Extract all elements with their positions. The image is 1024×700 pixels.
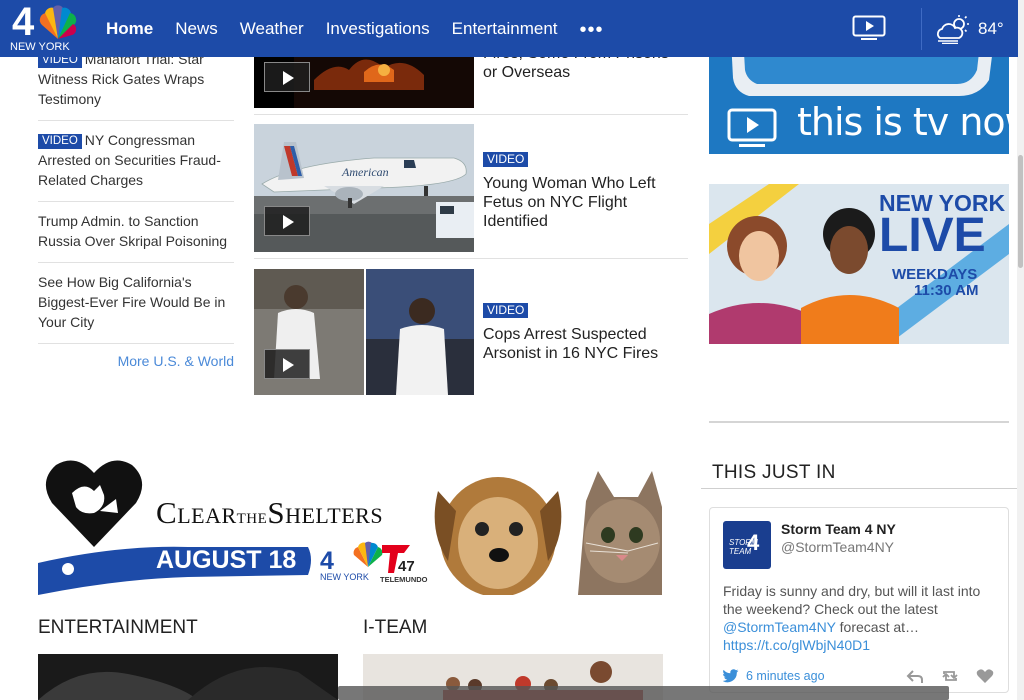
tv-play-icon[interactable]	[852, 15, 886, 41]
horizontal-scrollbar[interactable]	[338, 686, 949, 700]
nav-home[interactable]: Home	[106, 19, 153, 39]
peacock-icon	[39, 5, 77, 40]
story-headline: Cops Arrest Suspected Arsonist in 16 NYC…	[483, 326, 659, 362]
video-badge: VIDEO	[483, 152, 529, 167]
more-us-world-link[interactable]: More U.S. & World	[38, 353, 234, 369]
divider	[38, 262, 234, 263]
this-just-in-heading: THIS JUST IN	[712, 462, 836, 483]
avatar-numeral: 4	[747, 530, 760, 555]
banner-nbc-city: NEW YORK	[320, 572, 369, 582]
ad-schedule-days: WEEKDAYS	[892, 266, 978, 283]
banner-title-part: THE	[236, 511, 268, 527]
ad-tagline: this is tv now	[797, 100, 1009, 144]
banner-telemundo-label: TELEMUNDO	[380, 575, 428, 584]
plane-video-thumbnail[interactable]: American	[254, 124, 474, 252]
left-story-2[interactable]: VIDEO NY Congressman Arrested on Securiti…	[38, 130, 234, 190]
nav-news[interactable]: News	[175, 19, 218, 39]
nav-divider	[921, 8, 922, 50]
tweet-author-handle[interactable]: @StormTeam4NY	[781, 539, 894, 555]
banner-title-part: HELTERS	[285, 503, 384, 528]
entertainment-heading[interactable]: ENTERTAINMENT	[38, 617, 198, 639]
plane-livery-text: American	[341, 165, 389, 179]
banner-title-part: C	[156, 495, 178, 530]
story-headline-block[interactable]: VIDEO Young Woman Who Left Fetus on NYC …	[483, 149, 683, 231]
banner-title: CLEARTHESHELTERS	[156, 495, 383, 531]
arsonist-video-thumbnail[interactable]	[254, 269, 474, 395]
mid-story-2[interactable]: American VIDEO Young Woman Who Left Fetu…	[254, 124, 688, 252]
banner-title-part: S	[267, 495, 286, 530]
ad-title-line2: LIVE	[879, 209, 986, 262]
new-york-live-ad[interactable]: NEW YORK LIVE WEEKDAYS 11:30 AM	[709, 184, 1009, 344]
divider	[701, 488, 1017, 489]
divider	[38, 201, 234, 202]
banner-telemundo-numeral: 47	[398, 558, 415, 575]
video-badge: VIDEO	[483, 303, 529, 318]
tweet-card[interactable]: STORM TEAM 4 Storm Team 4 NY @StormTeam4…	[709, 507, 1009, 693]
twitter-bird-icon[interactable]	[723, 669, 739, 683]
nbc-new-york-logo[interactable]: 4 NEW YORK	[10, 0, 82, 55]
reply-icon[interactable]	[906, 668, 924, 684]
ad-schedule-time: 11:30 AM	[914, 282, 979, 299]
banner-title-part: LEAR	[177, 503, 237, 528]
story-headline: Trump Admin. to Sanction Russia Over Skr…	[38, 213, 228, 249]
partly-cloudy-icon[interactable]	[934, 14, 972, 44]
tweet-author-name[interactable]: Storm Team 4 NY	[781, 521, 896, 537]
left-story-1[interactable]: VIDEO Manafort Trial: Star Witness Rick G…	[38, 49, 234, 109]
nav-entertainment[interactable]: Entertainment	[452, 19, 558, 39]
divider	[709, 421, 1009, 423]
logo-numeral: 4	[12, 0, 34, 44]
video-badge: VIDEO	[38, 134, 82, 149]
tweet-timestamp[interactable]: 6 minutes ago	[746, 669, 825, 683]
tweet-body: Friday is sunny and dry, but will it las…	[723, 582, 1003, 654]
divider	[38, 343, 234, 344]
story-headline: See How Big California's Biggest-Ever Fi…	[38, 274, 226, 330]
tweet-footer: 6 minutes ago	[723, 667, 999, 687]
tweet-text: Friday is sunny and dry, but will it las…	[723, 583, 981, 617]
entertainment-thumbnail[interactable]	[38, 654, 338, 700]
divider	[38, 120, 234, 121]
nav-weather[interactable]: Weather	[240, 19, 304, 39]
nav-investigations[interactable]: Investigations	[326, 19, 430, 39]
temperature-readout[interactable]: 84°	[978, 19, 1004, 39]
divider	[254, 258, 688, 259]
left-story-3[interactable]: Trump Admin. to Sanction Russia Over Skr…	[38, 211, 234, 251]
tweet-mention-link[interactable]: @StormTeam4NY	[723, 619, 836, 635]
play-button[interactable]	[264, 349, 310, 379]
left-story-4[interactable]: See How Big California's Biggest-Ever Fi…	[38, 272, 234, 332]
story-headline: Young Woman Who Left Fetus on NYC Flight…	[483, 175, 656, 230]
mid-story-3[interactable]: VIDEO Cops Arrest Suspected Arsonist in …	[254, 269, 688, 395]
divider	[254, 114, 688, 115]
iteam-heading[interactable]: I-TEAM	[363, 617, 427, 639]
banner-date: AUGUST 18	[156, 546, 297, 574]
main-nav: Home News Weather Investigations Enterta…	[106, 0, 604, 57]
logo-city: NEW YORK	[10, 41, 70, 53]
retweet-icon[interactable]	[941, 668, 959, 684]
top-nav-bar: 4 NEW YORK Home News Weather Investigati…	[0, 0, 1018, 57]
more-menu-button[interactable]: •••	[580, 19, 604, 42]
vertical-scrollbar-thumb[interactable]	[1018, 155, 1023, 268]
vertical-scrollbar-track[interactable]	[1017, 0, 1024, 700]
clear-the-shelters-banner[interactable]: CLEARTHESHELTERS AUGUST 18 4 NEW YORK 47…	[38, 451, 663, 595]
entertainment-image	[38, 654, 338, 700]
like-heart-icon[interactable]	[976, 668, 994, 684]
tweet-url-link[interactable]: https://t.co/glWbjN40D1	[723, 637, 870, 653]
tweet-text-tail: forecast at…	[835, 619, 920, 635]
play-button[interactable]	[264, 206, 310, 236]
story-headline-block[interactable]: VIDEO Cops Arrest Suspected Arsonist in …	[483, 300, 683, 363]
play-button[interactable]	[264, 62, 310, 92]
avatar[interactable]: STORM TEAM 4	[723, 521, 771, 569]
